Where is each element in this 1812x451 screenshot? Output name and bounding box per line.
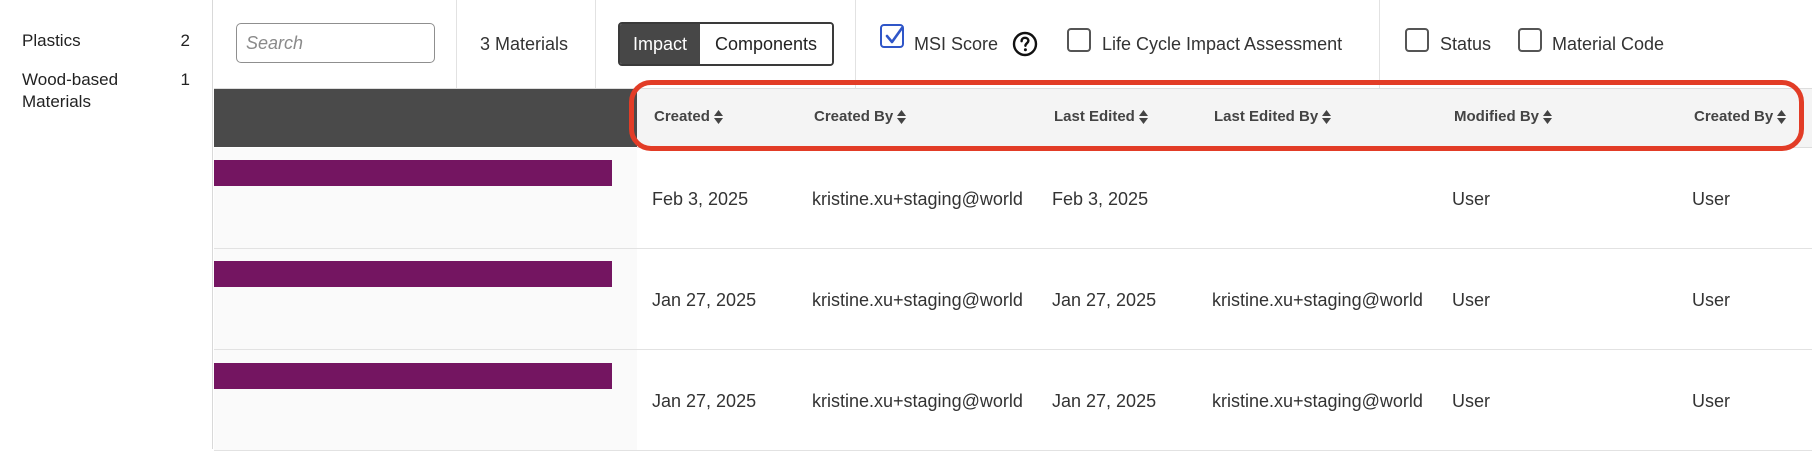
sidebar-item-count: 1 — [180, 70, 190, 89]
column-header-last-edited[interactable]: Last Edited — [1054, 108, 1148, 125]
sort-icon — [1543, 109, 1552, 124]
grid-header-left — [214, 89, 637, 147]
life-cycle-impact-assessment-label: Life Cycle Impact Assessment — [1102, 34, 1343, 54]
column-header-label: Created — [654, 108, 710, 125]
column-header-created[interactable]: Created — [654, 108, 723, 125]
toolbar-divider — [1379, 0, 1380, 88]
components-tab[interactable]: Components — [700, 24, 832, 64]
cell-modified-by: User — [1452, 290, 1491, 310]
material-code-checkbox[interactable] — [1518, 28, 1542, 52]
cell-last-edited-by: kristine.xu+staging@world — [1212, 290, 1423, 310]
cell-created-by-2: User — [1692, 290, 1731, 310]
column-header-label: Modified By — [1454, 108, 1539, 125]
cell-last-edited: Jan 27, 2025 — [1052, 290, 1157, 310]
toolbar-divider — [456, 0, 457, 88]
sort-icon — [713, 109, 723, 124]
cell-created-by: kristine.xu+staging@world — [812, 189, 1023, 209]
column-header-created-by-2[interactable]: Created By — [1694, 108, 1787, 125]
cell-last-edited: Feb 3, 2025 — [1052, 189, 1149, 209]
cell-last-edited: Jan 27, 2025 — [1052, 391, 1157, 411]
view-toggle: Impact Components — [618, 22, 834, 66]
toolbar-divider — [595, 0, 596, 88]
column-header-label: Created By — [1694, 108, 1774, 125]
column-header-label: Created By — [814, 108, 894, 125]
sort-icon — [1138, 109, 1148, 124]
impact-tab[interactable]: Impact — [620, 24, 700, 64]
cell-created-by: kristine.xu+staging@world — [812, 391, 1023, 411]
material-code-label: Material Code — [1552, 34, 1665, 54]
msi-score-bar — [214, 261, 612, 287]
cell-created-by-2: User — [1692, 189, 1731, 209]
column-header-label: Last Edited — [1054, 108, 1135, 125]
search-input[interactable] — [236, 23, 435, 63]
sort-icon — [1322, 109, 1332, 124]
status-label: Status — [1440, 34, 1492, 54]
cell-modified-by: User — [1452, 189, 1491, 209]
checkmark-icon — [885, 26, 904, 44]
question-circle-icon[interactable] — [1012, 31, 1038, 57]
msi-score-label: MSI Score — [914, 34, 999, 54]
sort-icon — [1777, 109, 1787, 124]
cell-modified-by: User — [1452, 391, 1491, 411]
msi-score-bar — [214, 160, 612, 186]
column-header-last-edited-by[interactable]: Last Edited By — [1214, 108, 1332, 125]
cell-created-by-2: User — [1692, 391, 1731, 411]
column-header-modified-by[interactable]: Modified By — [1454, 108, 1552, 125]
cell-created-by: kristine.xu+staging@world — [812, 290, 1023, 310]
life-cycle-impact-assessment-checkbox[interactable] — [1067, 28, 1091, 52]
sidebar-item-label: Wood-based Materials — [22, 70, 119, 111]
sidebar-item-count: 2 — [180, 31, 190, 50]
materials-count: 3 Materials — [480, 34, 569, 54]
column-header-created-by[interactable]: Created By — [814, 108, 907, 125]
msi-score-checkbox[interactable] — [880, 24, 904, 48]
cell-created: Jan 27, 2025 — [652, 391, 757, 411]
cell-created: Feb 3, 2025 — [652, 189, 749, 209]
category-sidebar: Plastics 2 Wood-based Materials 1 — [0, 0, 213, 449]
msi-score-bar — [214, 363, 612, 389]
cell-created: Jan 27, 2025 — [652, 290, 757, 310]
status-checkbox[interactable] — [1405, 28, 1429, 52]
sort-icon — [897, 109, 907, 124]
cell-last-edited-by: kristine.xu+staging@world — [1212, 391, 1423, 411]
sidebar-item-label: Plastics — [22, 31, 81, 50]
toolbar-divider — [855, 0, 856, 88]
column-header-label: Last Edited By — [1214, 108, 1319, 125]
